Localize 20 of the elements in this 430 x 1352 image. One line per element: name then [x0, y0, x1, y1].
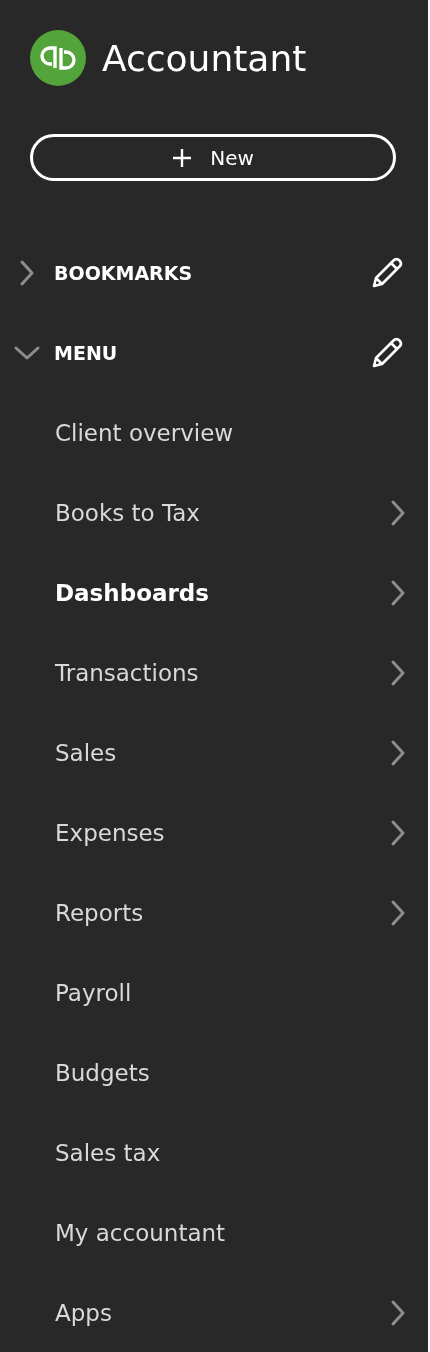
menu-item[interactable]: Sales: [55, 740, 390, 766]
menu-item[interactable]: Sales tax: [55, 1140, 406, 1166]
logo-icon: [30, 30, 86, 86]
section-header[interactable]: MENU: [54, 342, 370, 364]
new-button[interactable]: New: [30, 134, 396, 181]
pencil-icon[interactable]: [370, 336, 404, 370]
menu-item[interactable]: Expenses: [55, 820, 390, 846]
pencil-icon[interactable]: [370, 256, 404, 290]
menu-item[interactable]: Transactions: [55, 660, 390, 686]
section-header[interactable]: BOOKMARKS: [54, 262, 370, 284]
menu-item[interactable]: Dashboards: [55, 580, 390, 606]
menu-item[interactable]: My accountant: [55, 1220, 406, 1246]
plus-icon: [172, 147, 193, 168]
menu-item[interactable]: Reports: [55, 900, 390, 926]
menu-item[interactable]: Payroll: [55, 980, 406, 1006]
menu-item[interactable]: Books to Tax: [55, 500, 390, 526]
menu-item[interactable]: Budgets: [55, 1060, 406, 1086]
menu-item[interactable]: Apps: [55, 1300, 390, 1326]
app-title: Accountant: [102, 37, 307, 79]
menu-item[interactable]: Client overview: [55, 420, 406, 446]
